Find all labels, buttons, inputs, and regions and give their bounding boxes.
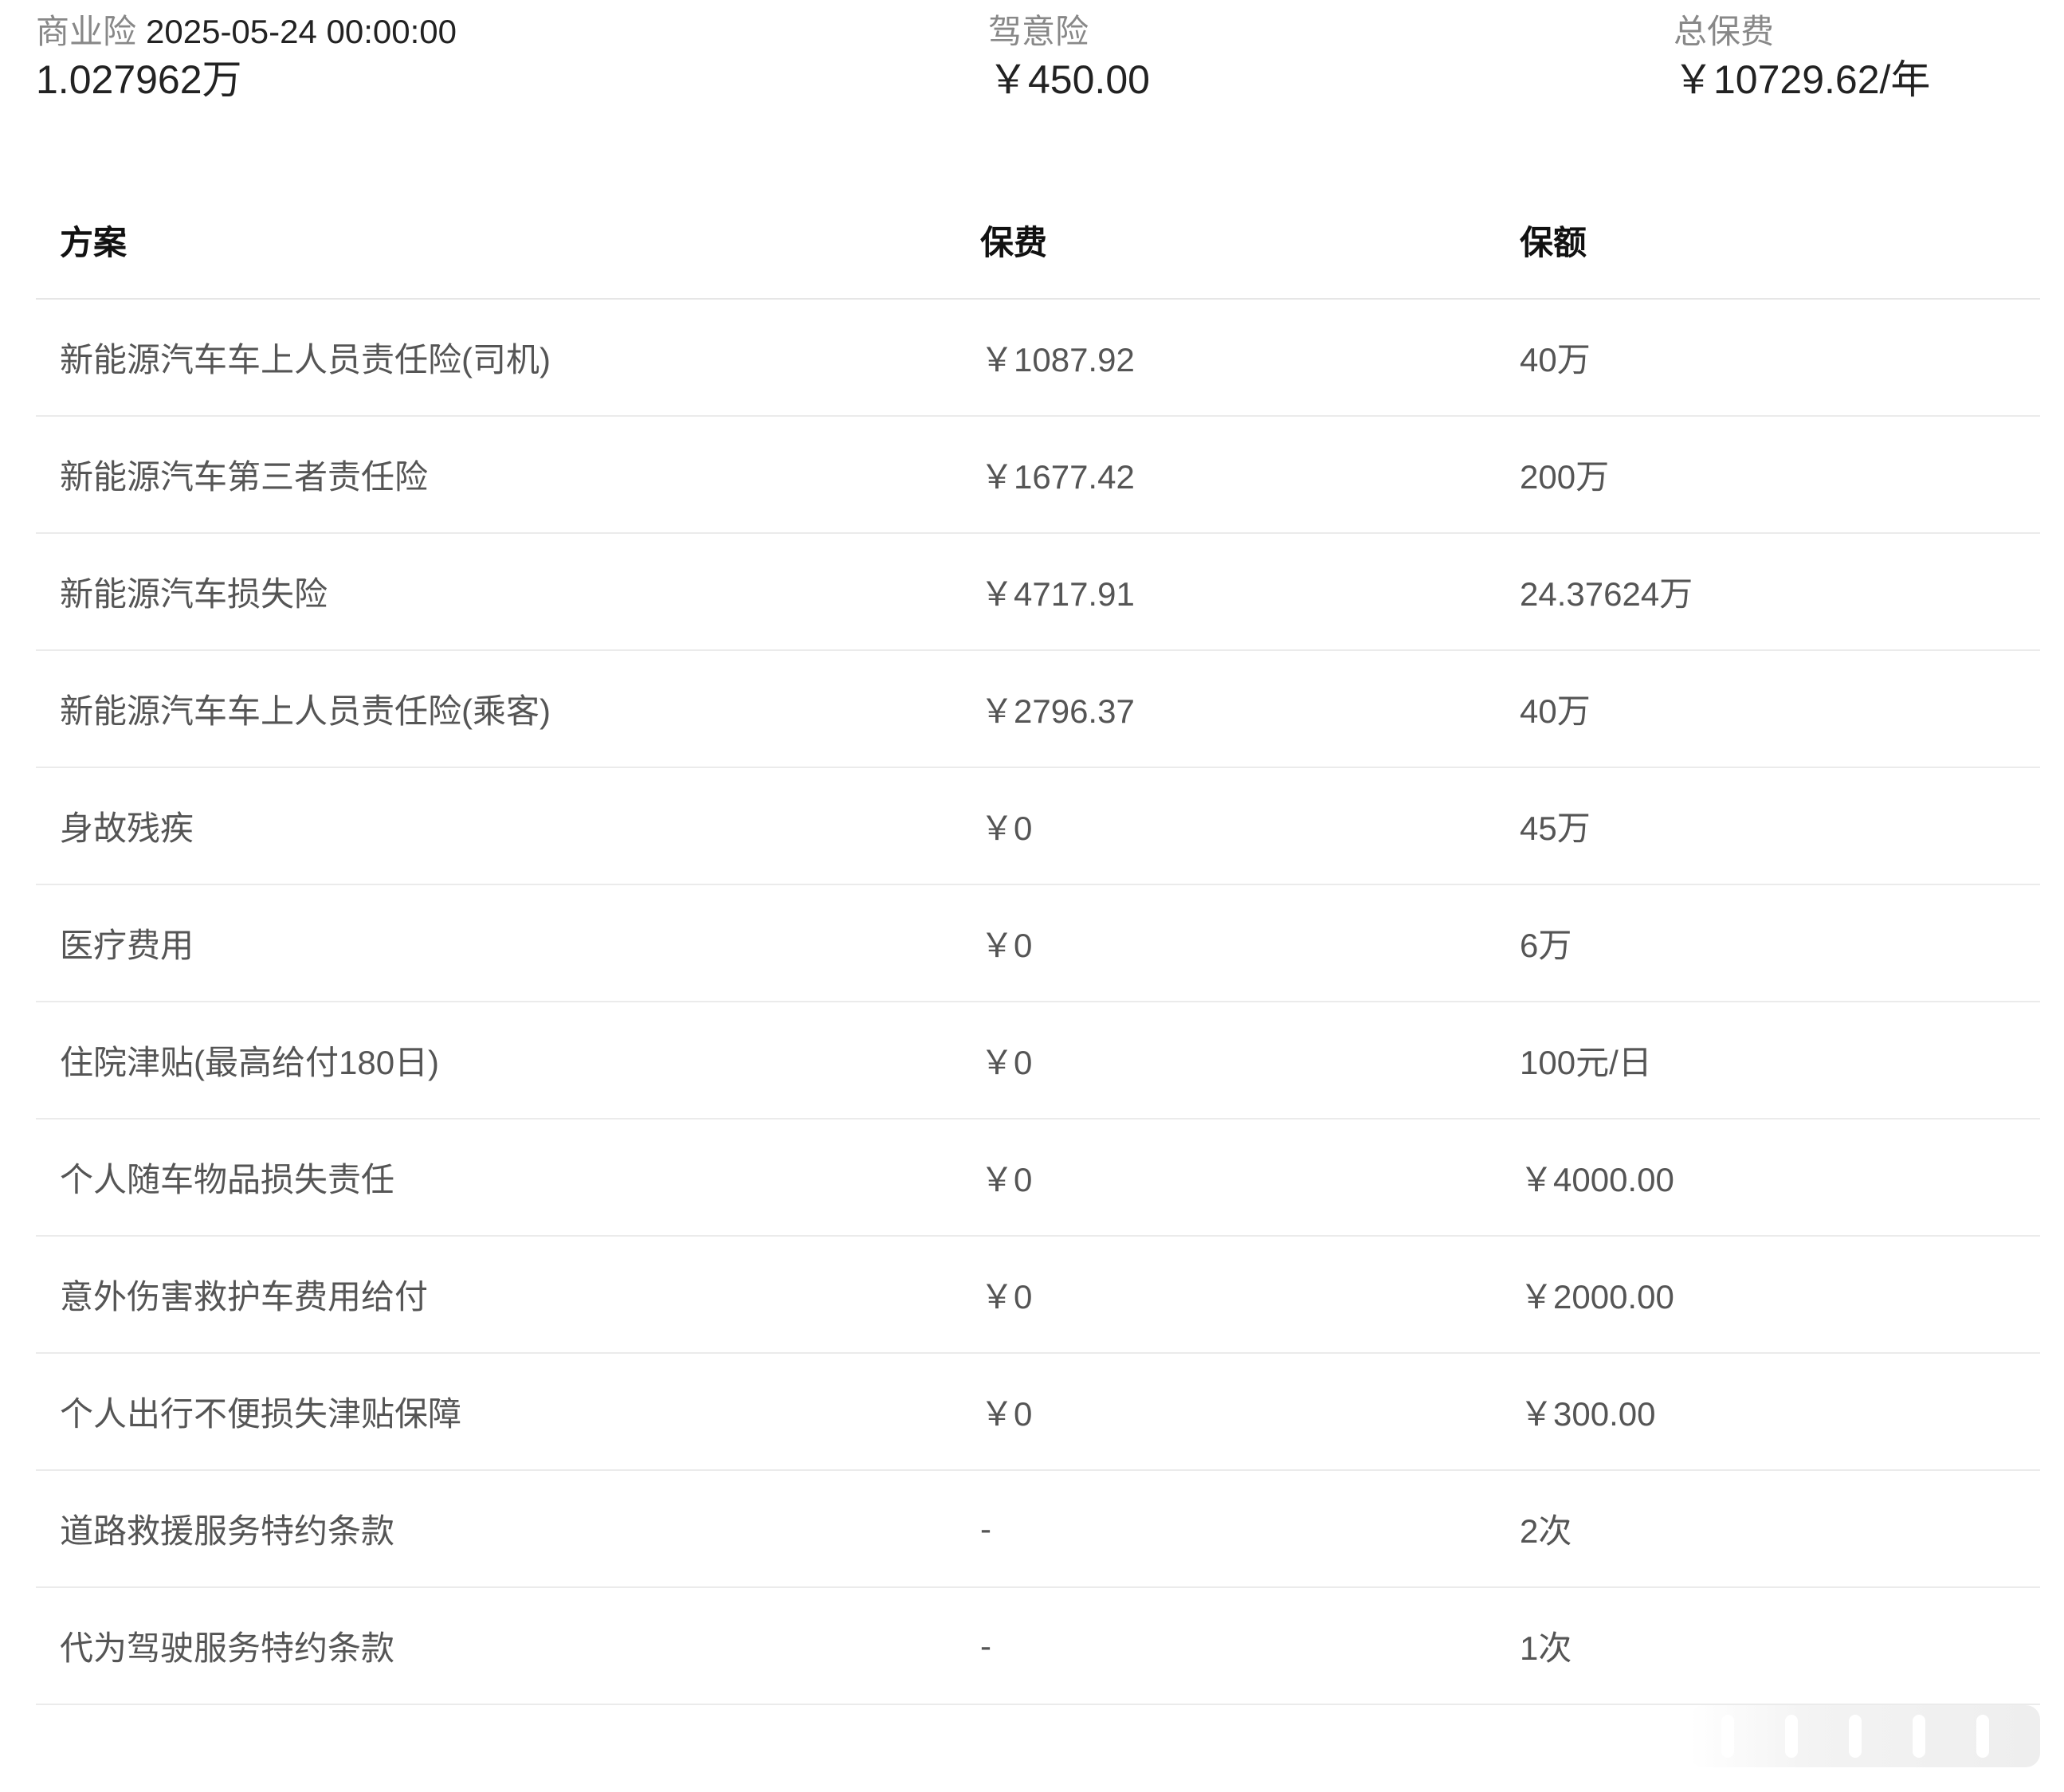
plan-coverage: 24.37624万: [1520, 575, 1693, 613]
driver-accident-summary: 驾意险 ￥450.00: [988, 11, 1150, 104]
plan-coverage: 100元/日: [1520, 1044, 1652, 1081]
plan-name: 新能源汽车第三者责任险: [60, 458, 429, 496]
plan-premium: ￥2796.37: [980, 692, 1135, 730]
plan-coverage: ￥300.00: [1520, 1395, 1656, 1433]
plan-name: 新能源汽车车上人员责任险(司机): [60, 341, 551, 378]
plan-coverage: ￥4000.00: [1520, 1161, 1674, 1198]
plan-premium: ￥0: [980, 927, 1033, 964]
commercial-insurance-date: 2025-05-24 00:00:00: [146, 13, 457, 50]
watermark-decoration: [1689, 1705, 2040, 1767]
table-row: 医疗费用 ￥0 6万: [36, 885, 2040, 1002]
total-premium-label: 总保费: [1674, 13, 1775, 50]
premium-summary: 商业险 2025-05-24 00:00:00 1.027962万 驾意险 ￥45…: [0, 0, 2064, 120]
plan-coverage: ￥2000.00: [1520, 1278, 1674, 1316]
header-plan: 方案: [60, 223, 128, 261]
plan-premium: ￥0: [980, 1161, 1033, 1198]
table-row: 个人出行不便损失津贴保障 ￥0 ￥300.00: [36, 1354, 2040, 1471]
table-row: 新能源汽车车上人员责任险(司机) ￥1087.92 40万: [36, 300, 2040, 417]
commercial-insurance-label: 商业险: [36, 13, 137, 50]
header-coverage: 保额: [1520, 223, 1587, 261]
commercial-insurance-summary: 商业险 2025-05-24 00:00:00 1.027962万: [36, 11, 457, 104]
plan-coverage: 1次: [1520, 1629, 1572, 1667]
plan-premium: ￥0: [980, 1395, 1033, 1433]
table-row: 道路救援服务特约条款 - 2次: [36, 1471, 2040, 1588]
table-row: 代为驾驶服务特约条款 - 1次: [36, 1588, 2040, 1705]
plan-name: 意外伤害救护车费用给付: [60, 1278, 429, 1316]
plan-premium: -: [980, 1626, 991, 1665]
plan-name: 新能源汽车损失险: [60, 575, 328, 613]
plan-coverage: 40万: [1520, 341, 1591, 378]
table-row: 住院津贴(最高给付180日) ￥0 100元/日: [36, 1002, 2040, 1120]
plan-name: 医疗费用: [60, 927, 194, 964]
plan-coverage: 6万: [1520, 927, 1572, 964]
driver-accident-label: 驾意险: [988, 13, 1089, 50]
plan-coverage: 200万: [1520, 458, 1610, 496]
plan-premium: ￥4717.91: [980, 575, 1135, 613]
plan-coverage: 40万: [1520, 692, 1591, 730]
plan-name: 身故残疾: [60, 810, 194, 847]
table-row: 身故残疾 ￥0 45万: [36, 768, 2040, 885]
table-header-row: 方案 保费 保额: [36, 182, 2040, 300]
plan-name: 个人出行不便损失津贴保障: [60, 1395, 462, 1433]
plan-name: 代为驾驶服务特约条款: [60, 1629, 395, 1667]
plan-coverage: 45万: [1520, 810, 1591, 847]
table-row: 意外伤害救护车费用给付 ￥0 ￥2000.00: [36, 1237, 2040, 1354]
plan-premium: ￥1087.92: [980, 341, 1135, 378]
plan-premium: ￥0: [980, 1044, 1033, 1081]
plan-name: 住院津贴(最高给付180日): [60, 1044, 440, 1081]
table-row: 新能源汽车第三者责任险 ￥1677.42 200万: [36, 417, 2040, 534]
coverage-plan-table: 方案 保费 保额 新能源汽车车上人员责任险(司机) ￥1087.92 40万 新…: [36, 182, 2040, 1705]
plan-premium: ￥1677.42: [980, 458, 1135, 496]
plan-name: 新能源汽车车上人员责任险(乘客): [60, 692, 551, 730]
plan-premium: ￥0: [980, 1278, 1033, 1316]
table-row: 新能源汽车车上人员责任险(乘客) ￥2796.37 40万: [36, 651, 2040, 768]
plan-name: 个人随车物品损失责任: [60, 1161, 395, 1198]
plan-coverage: 2次: [1520, 1512, 1572, 1550]
table-row: 个人随车物品损失责任 ￥0 ￥4000.00: [36, 1120, 2040, 1237]
commercial-insurance-value: 1.027962万: [36, 57, 242, 102]
plan-premium: ￥0: [980, 810, 1033, 847]
total-premium-summary: 总保费 ￥10729.62/年: [1674, 11, 1930, 104]
header-premium: 保费: [980, 223, 1048, 261]
driver-accident-value: ￥450.00: [988, 57, 1150, 102]
plan-premium: -: [980, 1509, 991, 1547]
plan-name: 道路救援服务特约条款: [60, 1512, 395, 1550]
table-row: 新能源汽车损失险 ￥4717.91 24.37624万: [36, 534, 2040, 651]
total-premium-value: ￥10729.62/年: [1674, 57, 1931, 102]
